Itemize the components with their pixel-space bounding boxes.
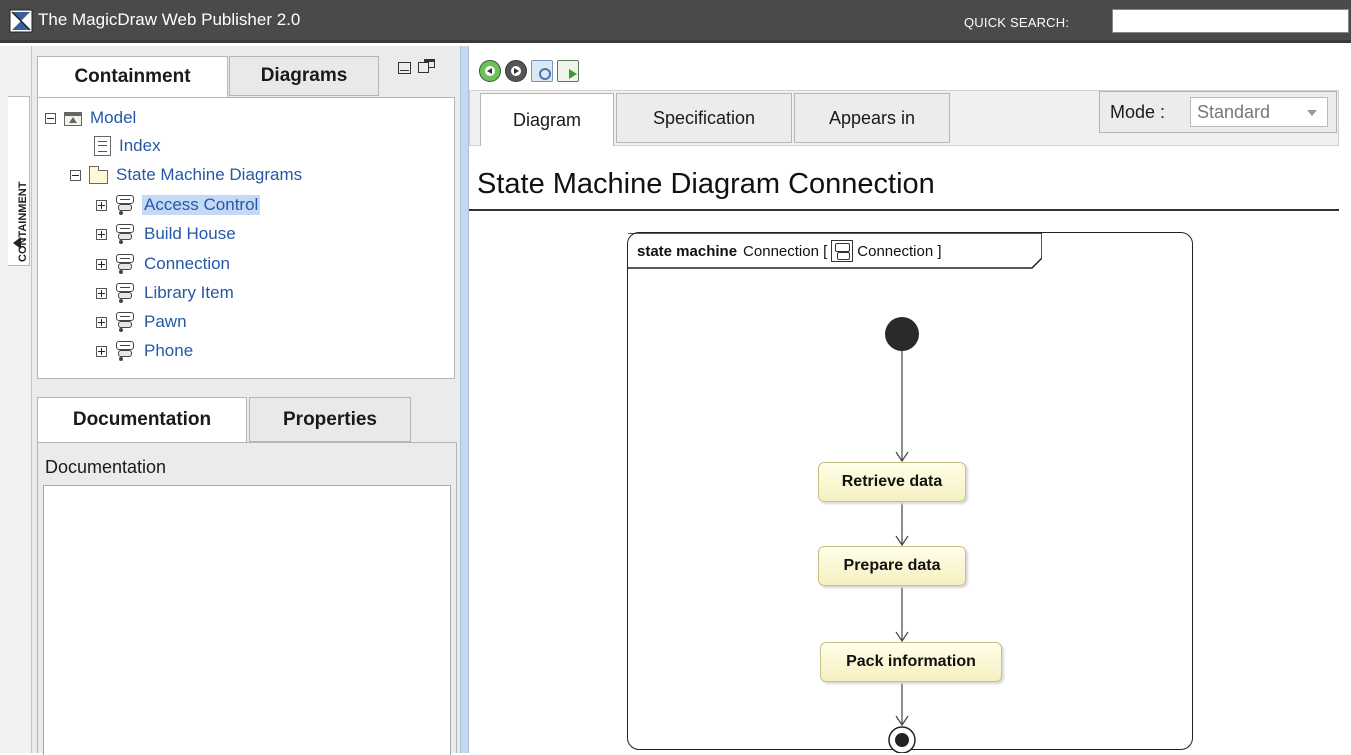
back-icon[interactable] [479, 60, 501, 82]
chevron-down-icon [1307, 110, 1317, 116]
tab-diagram[interactable]: Diagram [480, 93, 614, 146]
expand-icon[interactable] [96, 345, 107, 357]
tree-item-label: Build House [144, 224, 236, 243]
collapse-icon[interactable] [45, 112, 56, 124]
initial-state-node[interactable] [885, 317, 919, 351]
tree-item-access-control[interactable]: Access Control [96, 193, 261, 217]
side-strip: CONTAINMENT [0, 46, 32, 753]
model-icon [64, 112, 82, 126]
collapse-icon[interactable] [70, 169, 81, 181]
state-machine-icon [115, 195, 136, 215]
tree-item-phone[interactable]: Phone [96, 339, 195, 363]
documentation-label: Documentation [45, 457, 167, 477]
folder-icon [89, 165, 108, 184]
title-divider [469, 209, 1339, 211]
title-bar: The MagicDraw Web Publisher 2.0 QUICK SE… [0, 0, 1351, 43]
mode-label: Mode : [1110, 102, 1166, 122]
tree-item-build-house[interactable]: Build House [96, 222, 238, 246]
tab-appears-in[interactable]: Appears in [794, 93, 950, 143]
expand-icon[interactable] [96, 316, 107, 328]
tab-containment[interactable]: Containment [37, 56, 228, 98]
tree-item-label: Phone [144, 341, 194, 360]
expand-icon[interactable] [96, 228, 107, 240]
tree-item-pawn[interactable]: Pawn [96, 310, 189, 334]
restore-panel-icon[interactable] [418, 59, 438, 75]
document-icon [94, 136, 111, 156]
minimize-panel-icon[interactable] [398, 62, 411, 74]
tab-documentation[interactable]: Documentation [37, 397, 247, 443]
mode-value: Standard [1197, 102, 1271, 122]
tab-diagrams[interactable]: Diagrams [229, 56, 379, 96]
mode-select[interactable]: Standard [1190, 97, 1328, 127]
expand-icon[interactable] [96, 287, 107, 299]
toolbar [479, 60, 579, 84]
state-machine-icon [115, 224, 136, 244]
expand-icon[interactable] [96, 199, 107, 211]
forward-icon[interactable] [505, 60, 527, 82]
state-prepare-data[interactable]: Prepare data [818, 546, 966, 586]
tree-item-label: Access Control [142, 195, 261, 215]
tree-item-label: Pawn [144, 312, 187, 331]
tree-item-label: State Machine Diagrams [116, 165, 303, 184]
tab-properties[interactable]: Properties [249, 397, 411, 442]
tab-specification[interactable]: Specification [616, 93, 792, 143]
quick-search-input[interactable] [1112, 9, 1349, 33]
tree-item-connection[interactable]: Connection [96, 252, 232, 276]
tree-item-library-item[interactable]: Library Item [96, 281, 236, 305]
documentation-text-area[interactable] [43, 485, 451, 755]
state-machine-icon [115, 341, 136, 361]
magicdraw-logo-icon [9, 9, 33, 33]
left-panel: Containment Diagrams Model Index State M… [32, 46, 460, 755]
expand-icon[interactable] [96, 258, 107, 270]
diagram-canvas: state machine Connection [ Connection ] … [469, 212, 1351, 753]
app-title: The MagicDraw Web Publisher 2.0 [38, 10, 301, 29]
tree-item-state-machine-diagrams[interactable]: State Machine Diagrams [70, 163, 304, 187]
state-machine-icon [115, 283, 136, 303]
final-state-inner [895, 733, 909, 747]
tree-item-model[interactable]: Model [45, 106, 138, 130]
state-machine-icon [115, 312, 136, 332]
state-pack-information[interactable]: Pack information [820, 642, 1002, 682]
tree-item-label: Model [90, 108, 137, 127]
panel-splitter[interactable] [460, 46, 469, 753]
state-machine-icon [115, 254, 136, 274]
collapse-arrow-icon[interactable] [13, 237, 21, 249]
export-icon[interactable] [557, 60, 579, 82]
quick-search-label: QUICK SEARCH: [964, 15, 1070, 30]
page-title: State Machine Diagram Connection [477, 168, 935, 200]
documentation-panel: Documentation [37, 442, 457, 755]
state-retrieve-data[interactable]: Retrieve data [818, 462, 966, 502]
tree-item-label: Library Item [144, 283, 234, 302]
mode-control: Mode : Standard [1099, 91, 1337, 133]
tree-item-label: Connection [144, 254, 231, 273]
containment-tree: Model Index State Machine Diagrams Acces… [37, 97, 455, 379]
find-icon[interactable] [531, 60, 553, 82]
tree-item-label: Index [119, 136, 161, 155]
containment-side-tab-label: CONTAINMENT [17, 181, 29, 262]
tree-item-index[interactable]: Index [94, 134, 163, 158]
right-panel: Diagram Specification Appears in Mode : … [469, 46, 1351, 753]
